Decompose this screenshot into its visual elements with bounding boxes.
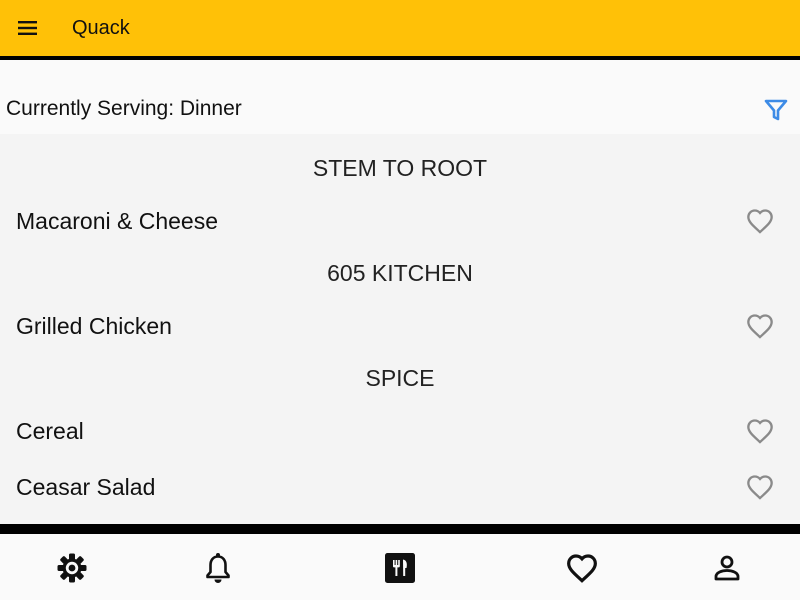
menu-item-row[interactable]: Grilled Chicken xyxy=(0,304,800,348)
app-bar: Quack xyxy=(0,0,800,56)
menu-fork-knife-icon[interactable] xyxy=(382,550,418,586)
section-header-spice: SPICE xyxy=(365,365,435,391)
notifications-bell-icon[interactable] xyxy=(200,550,236,586)
profile-person-icon[interactable] xyxy=(709,550,745,586)
filter-icon[interactable] xyxy=(762,96,790,124)
hamburger-menu-icon[interactable] xyxy=(0,0,56,56)
favorite-heart-icon[interactable] xyxy=(744,310,776,342)
menu-item-row[interactable]: Ceasar Salad xyxy=(0,465,800,509)
menu-list: STEM TO ROOT Macaroni & Cheese 605 KITCH… xyxy=(0,134,800,524)
menu-item-row[interactable]: Cereal xyxy=(0,409,800,453)
section-header-stem-to-root: STEM TO ROOT xyxy=(312,155,488,181)
favorite-heart-icon[interactable] xyxy=(744,471,776,503)
menu-item-name: Grilled Chicken xyxy=(16,313,172,339)
app-title: Quack xyxy=(72,16,130,39)
bottom-nav xyxy=(0,534,800,600)
menu-item-row[interactable]: Macaroni & Cheese xyxy=(0,199,800,243)
section-header-605-kitchen: 605 KITCHEN xyxy=(327,260,473,286)
settings-gear-icon[interactable] xyxy=(54,550,90,586)
favorite-heart-icon[interactable] xyxy=(744,415,776,447)
menu-item-name: Macaroni & Cheese xyxy=(16,208,218,234)
favorite-heart-icon[interactable] xyxy=(744,205,776,237)
bottom-nav-divider xyxy=(0,524,800,534)
menu-item-name: Ceasar Salad xyxy=(16,474,156,500)
menu-item-name: Cereal xyxy=(16,418,84,444)
favorites-heart-icon[interactable] xyxy=(564,550,600,586)
currently-serving-label: Currently Serving: Dinner xyxy=(6,97,242,120)
